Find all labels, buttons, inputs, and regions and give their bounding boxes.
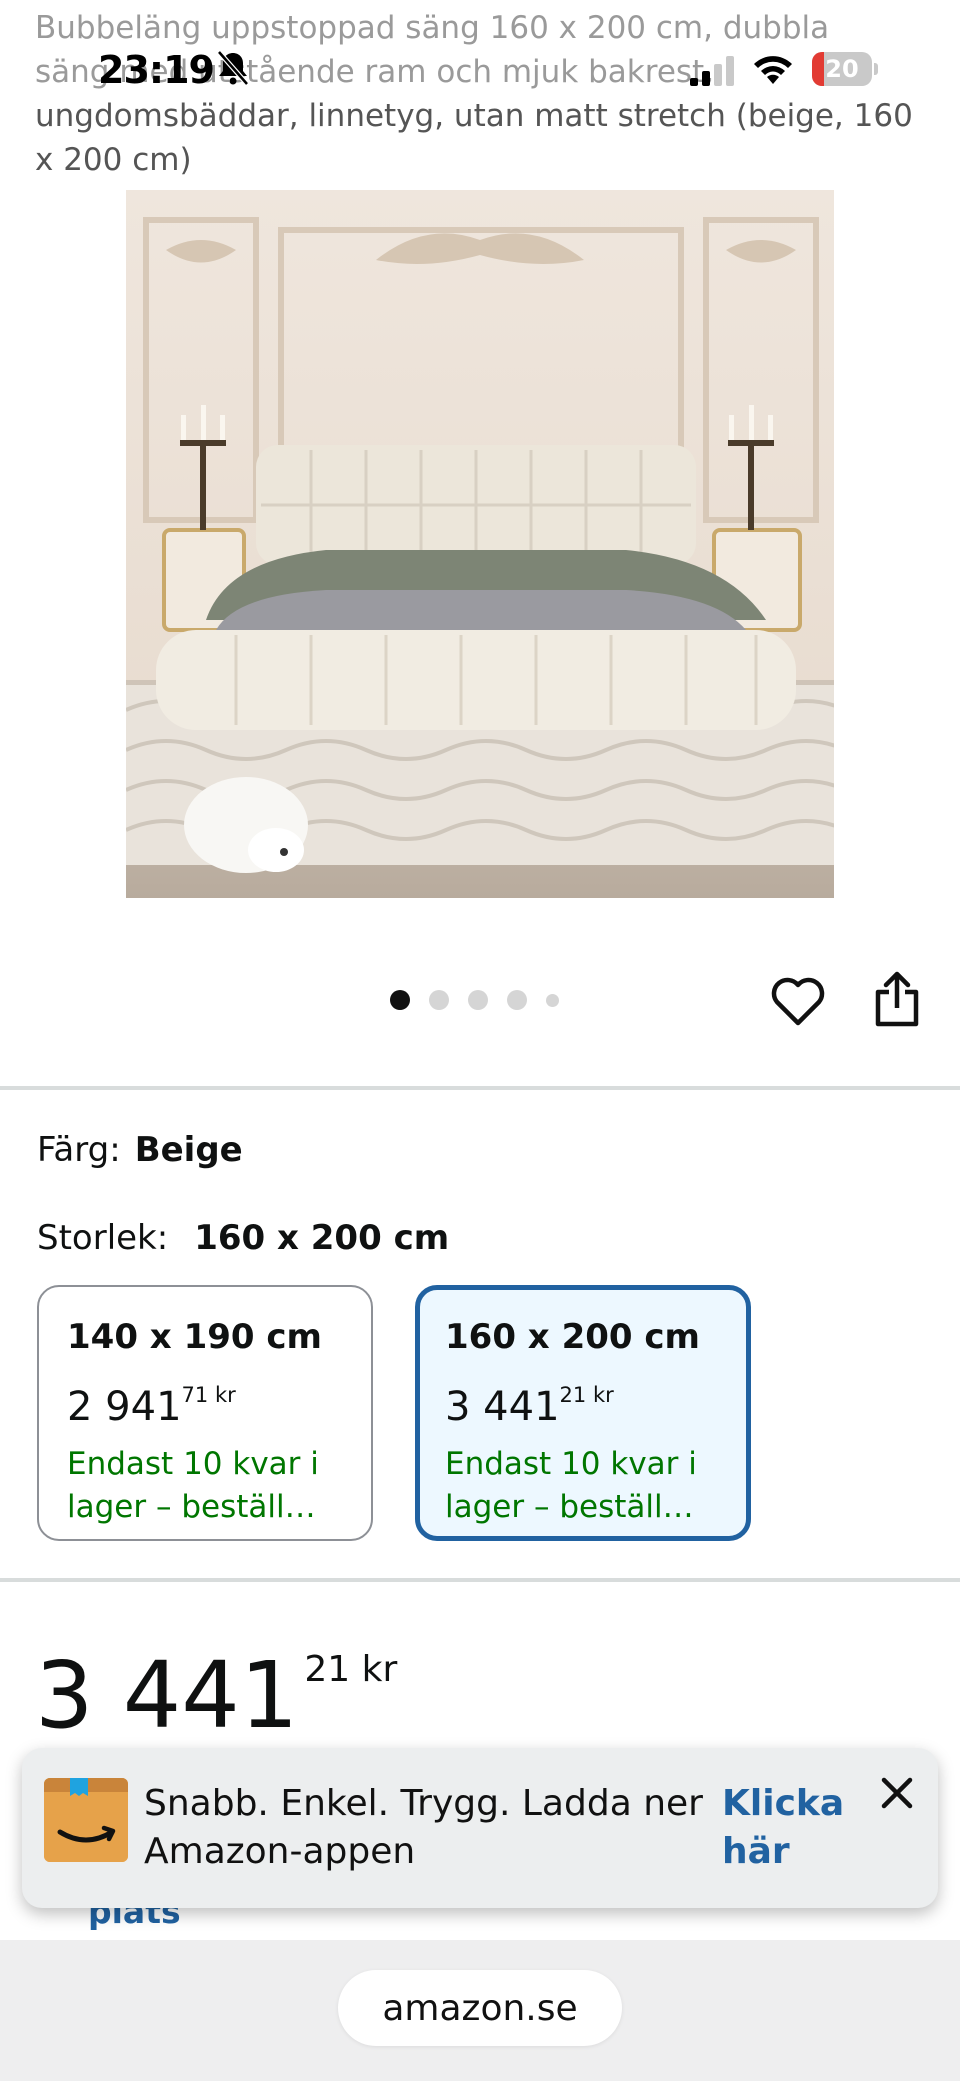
battery-icon: 20 bbox=[812, 52, 872, 86]
main-price-whole: 3 441 bbox=[35, 1642, 299, 1749]
size-option-160x200[interactable]: 160 x 200 cm 3 44121 kr Endast 10 kvar i… bbox=[415, 1285, 751, 1541]
address-bar[interactable]: amazon.se bbox=[338, 1970, 622, 2046]
price-fraction: 71 bbox=[181, 1383, 209, 1407]
color-row: Färg: Beige bbox=[37, 1130, 243, 1170]
banner-cta-line-2: här bbox=[722, 1831, 790, 1872]
price-whole: 2 941 bbox=[67, 1384, 182, 1430]
main-price-fraction: 21 bbox=[304, 1649, 351, 1690]
close-icon[interactable] bbox=[874, 1770, 920, 1816]
section-divider bbox=[0, 1086, 960, 1090]
main-price: 3 441 21 kr bbox=[35, 1620, 397, 1746]
battery-level: 20 bbox=[825, 55, 859, 83]
stock-line-2: lager – beställ… bbox=[67, 1489, 316, 1525]
stock-line-1: Endast 10 kvar i bbox=[67, 1446, 319, 1482]
bell-slash-icon bbox=[217, 50, 249, 86]
size-value: 160 x 200 cm bbox=[194, 1218, 450, 1258]
color-value: Beige bbox=[134, 1130, 243, 1170]
color-label: Färg: bbox=[37, 1130, 121, 1170]
size-option-stock: Endast 10 kvar i lager – beställ… bbox=[445, 1443, 746, 1529]
section-divider bbox=[0, 1578, 960, 1582]
pagination-dot-4[interactable] bbox=[507, 990, 527, 1010]
size-option-stock: Endast 10 kvar i lager – beställ… bbox=[67, 1443, 371, 1529]
status-time: 23:19 bbox=[98, 48, 215, 92]
main-price-currency: kr bbox=[361, 1649, 398, 1690]
size-row: Storlek: 160 x 200 cm bbox=[37, 1218, 449, 1258]
size-option-price: 2 94171 kr bbox=[67, 1367, 371, 1435]
pagination-dot-3[interactable] bbox=[468, 990, 488, 1010]
pagination-dot-1[interactable] bbox=[390, 990, 410, 1010]
product-title-line-1: Bubbeläng uppstoppad säng 160 x 200 cm, … bbox=[35, 10, 830, 46]
banner-message: Snabb. Enkel. Trygg. Ladda ner Amazon-ap… bbox=[144, 1780, 704, 1876]
size-option-label: 140 x 190 cm bbox=[67, 1317, 322, 1357]
product-title: Bubbeläng uppstoppad säng 160 x 200 cm, … bbox=[35, 6, 925, 182]
pagination-dot-5[interactable] bbox=[546, 993, 559, 1007]
product-image[interactable] bbox=[126, 190, 834, 898]
price-whole: 3 441 bbox=[445, 1384, 560, 1430]
banner-line-2: Amazon-appen bbox=[144, 1831, 416, 1872]
size-label: Storlek: bbox=[37, 1218, 169, 1258]
amazon-app-icon bbox=[44, 1778, 128, 1862]
price-currency: kr bbox=[214, 1383, 236, 1407]
signal-icon bbox=[690, 56, 734, 86]
banner-line-1: Snabb. Enkel. Trygg. Ladda ner bbox=[144, 1783, 703, 1824]
size-option-label: 160 x 200 cm bbox=[445, 1317, 700, 1357]
browser-bottom-bar: amazon.se bbox=[0, 1940, 960, 2081]
size-option-price: 3 44121 kr bbox=[445, 1367, 746, 1435]
product-title-line-4: x 200 cm) bbox=[35, 142, 192, 178]
image-pagination[interactable] bbox=[390, 990, 559, 1010]
price-currency: kr bbox=[592, 1383, 614, 1407]
stock-line-2: lager – beställ… bbox=[445, 1489, 694, 1525]
pagination-dot-2[interactable] bbox=[429, 990, 449, 1010]
banner-cta-line-1: Klicka bbox=[722, 1783, 845, 1824]
heart-icon[interactable] bbox=[770, 975, 826, 1027]
share-icon[interactable] bbox=[872, 970, 922, 1028]
price-fraction: 21 bbox=[559, 1383, 587, 1407]
app-download-banner[interactable]: Snabb. Enkel. Trygg. Ladda ner Amazon-ap… bbox=[22, 1748, 938, 1908]
battery-tip bbox=[874, 63, 878, 75]
product-title-line-3: ungdomsbäddar, linnetyg, utan matt stret… bbox=[35, 98, 913, 134]
wifi-icon bbox=[754, 56, 792, 84]
stock-line-1: Endast 10 kvar i bbox=[445, 1446, 697, 1482]
size-option-140x190[interactable]: 140 x 190 cm 2 94171 kr Endast 10 kvar i… bbox=[37, 1285, 373, 1541]
bed-photo bbox=[126, 190, 834, 898]
banner-open-app-link[interactable]: Klicka här bbox=[722, 1780, 852, 1876]
